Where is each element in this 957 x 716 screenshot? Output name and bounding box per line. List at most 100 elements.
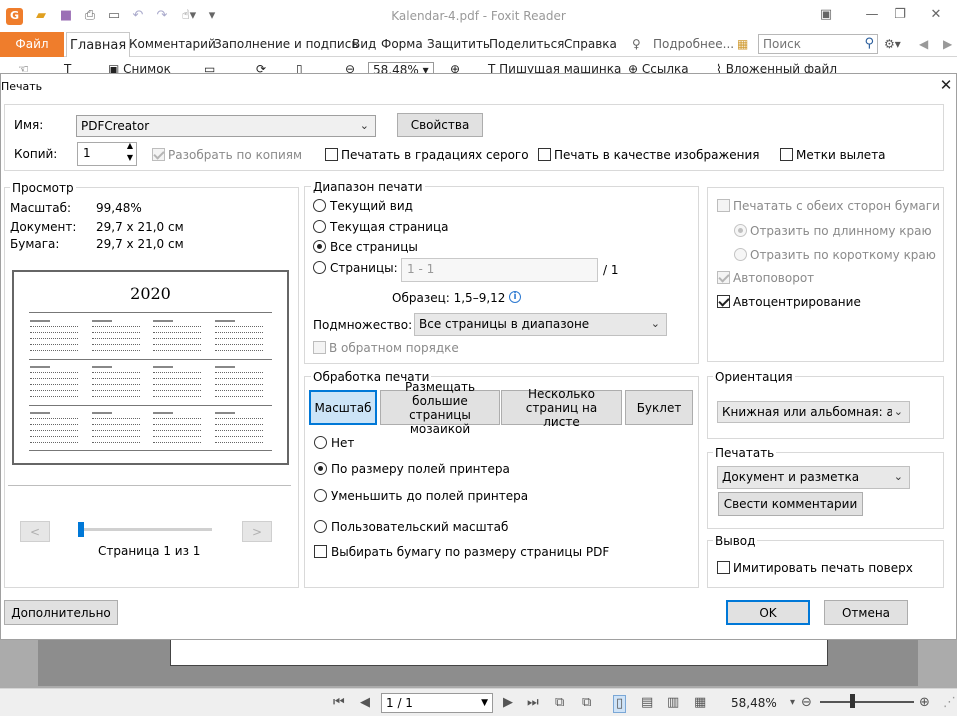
tab-protect[interactable]: Защитить <box>427 32 490 57</box>
preview-divider <box>8 485 291 486</box>
duplex-checkbox[interactable] <box>717 199 730 212</box>
minimize-icon[interactable]: — <box>862 6 882 24</box>
tab-share[interactable]: Поделиться <box>489 32 564 57</box>
status-bar: ⏮ ◀ 1 / 1 ▼ ▶ ⏭ ⧉ ⧉ ▯ ▤ ▥ ▦ 58,48% ▾ ⊖ ⊕ … <box>0 688 957 716</box>
printer-select[interactable]: PDFCreator ⌄ <box>76 115 376 137</box>
next-view-icon[interactable]: ⧉ <box>582 695 591 711</box>
continuous-page-icon[interactable]: ▤ <box>641 695 653 711</box>
close-icon[interactable]: ✕ <box>938 77 954 93</box>
zoom-slider-track[interactable] <box>820 701 914 703</box>
scale-none-radio[interactable] <box>314 436 327 449</box>
handling-tab-scale[interactable]: Масштаб <box>309 390 377 425</box>
page-range-sample: Образец: 1,5–9,12 <box>392 291 506 305</box>
output-title: Вывод <box>713 534 758 548</box>
tab-more[interactable]: Подробнее... <box>653 32 734 57</box>
page-number-field[interactable]: 1 / 1 ▼ <box>381 693 493 713</box>
handling-tab-multiple[interactable]: Несколько страниц на листе <box>501 387 622 429</box>
reverse-order-checkbox[interactable] <box>313 341 326 354</box>
scale-custom-radio[interactable] <box>314 520 327 533</box>
info-icon[interactable]: i <box>509 291 521 303</box>
single-page-icon[interactable]: ▯ <box>613 695 627 713</box>
stepper-down-icon[interactable]: ▼ <box>127 152 133 163</box>
tab-form[interactable]: Форма <box>381 32 423 57</box>
scroll-left-icon[interactable]: ◀ <box>919 32 928 57</box>
summarize-comments-button[interactable]: Свести комментарии <box>718 492 863 516</box>
copies-stepper[interactable]: 1 ▲ ▼ <box>77 140 137 166</box>
tab-comment[interactable]: Комментарий <box>129 32 216 57</box>
advanced-button[interactable]: Дополнительно <box>4 600 118 625</box>
calendar-month-thumbnail <box>215 412 263 448</box>
continuous-facing-icon[interactable]: ▦ <box>694 695 706 711</box>
scroll-right-icon[interactable]: ▶ <box>943 32 952 57</box>
grayscale-checkbox[interactable] <box>325 148 338 161</box>
window-title: Kalendar-4.pdf - Foxit Reader <box>391 9 566 23</box>
previous-page-icon[interactable]: ◀ <box>360 695 370 711</box>
choose-paper-label: Выбирать бумагу по размеру страницы PDF <box>331 545 610 559</box>
page-range-input[interactable]: 1 - 1 <box>401 258 598 282</box>
tab-help[interactable]: Справка <box>564 32 617 57</box>
ribbon-tabs: Файл Главная Комментарий Заполнение и по… <box>0 32 957 57</box>
find-folder-icon[interactable]: ▦ <box>737 32 748 57</box>
scale-fit-margins-radio[interactable] <box>314 462 327 475</box>
bleed-marks-checkbox[interactable] <box>780 148 793 161</box>
tab-view[interactable]: Вид <box>352 32 376 57</box>
range-pages-radio[interactable] <box>313 261 326 274</box>
zoom-dropdown-icon[interactable]: ▾ <box>790 695 795 711</box>
choose-paper-checkbox[interactable] <box>314 545 327 558</box>
zoom-in-icon[interactable]: ⊕ <box>919 695 930 711</box>
close-window-icon[interactable]: ✕ <box>926 6 946 24</box>
search-box[interactable]: ⚲ <box>758 34 878 54</box>
subset-select[interactable]: Все страницы в диапазоне ⌄ <box>414 313 667 336</box>
settings-icon[interactable]: ⚙▾ <box>884 32 901 57</box>
calendar-rule <box>29 405 272 406</box>
flip-short-edge-radio[interactable] <box>734 248 747 261</box>
simulate-overprint-checkbox[interactable] <box>717 561 730 574</box>
orientation-select[interactable]: Книжная или альбомная: авто ⌄ <box>717 401 910 423</box>
range-current-page-radio[interactable] <box>313 220 326 233</box>
previous-view-icon[interactable]: ⧉ <box>555 695 564 711</box>
flip-long-edge-radio[interactable] <box>734 224 747 237</box>
facing-pages-icon[interactable]: ▥ <box>667 695 679 711</box>
scale-label: Масштаб: <box>10 201 72 215</box>
grayscale-label: Печатать в градациях серого <box>341 148 529 162</box>
preview-prev-button[interactable]: < <box>20 521 50 542</box>
next-page-icon[interactable]: ▶ <box>503 695 513 711</box>
range-all-pages-radio[interactable] <box>313 240 326 253</box>
tab-home[interactable]: Главная <box>66 32 131 57</box>
tab-file[interactable]: Файл <box>0 32 64 57</box>
auto-rotate-checkbox[interactable] <box>717 271 730 284</box>
properties-button[interactable]: Свойства <box>397 113 483 137</box>
preview-next-button[interactable]: > <box>242 521 272 542</box>
stepper-up-icon[interactable]: ▲ <box>127 140 133 151</box>
ribbon-options-icon[interactable]: ▣ <box>816 6 836 24</box>
range-current-view-radio[interactable] <box>313 199 326 212</box>
zoom-slider-thumb[interactable] <box>850 694 855 708</box>
preview-title: Просмотр <box>10 181 76 195</box>
handling-tab-booklet[interactable]: Буклет <box>625 390 693 425</box>
restore-icon[interactable]: ❐ <box>890 6 910 24</box>
search-icon[interactable]: ⚲ <box>864 36 874 51</box>
print-as-image-checkbox[interactable] <box>538 148 551 161</box>
collate-checkbox[interactable] <box>152 148 165 161</box>
print-as-image-label: Печать в качестве изображения <box>554 148 760 162</box>
scale-shrink-radio[interactable] <box>314 489 327 502</box>
auto-center-checkbox[interactable] <box>717 295 730 308</box>
search-input[interactable] <box>759 35 855 53</box>
tab-fill-sign[interactable]: Заполнение и подпись <box>214 32 358 57</box>
preview-page-slider-thumb[interactable] <box>78 522 84 537</box>
collate-label: Разобрать по копиям <box>168 148 303 162</box>
chevron-down-icon: ⌄ <box>891 402 903 422</box>
print-range-title: Диапазон печати <box>311 180 425 194</box>
scale-value: 99,48% <box>96 201 142 215</box>
cancel-button[interactable]: Отмена <box>824 600 908 625</box>
print-what-select[interactable]: Документ и разметка ⌄ <box>717 466 910 489</box>
last-page-icon[interactable]: ⏭ <box>527 695 539 711</box>
duplex-label: Печатать с обеих сторон бумаги <box>733 199 940 213</box>
preview-page-slider[interactable] <box>80 528 212 531</box>
first-page-icon[interactable]: ⏮ <box>333 695 345 711</box>
handling-tab-tile[interactable]: Размещать большие страницы мозаикой <box>380 380 500 436</box>
calendar-month-thumbnail <box>92 320 140 356</box>
ok-button[interactable]: OK <box>726 600 810 625</box>
calendar-month-thumbnail <box>215 320 263 356</box>
zoom-out-icon[interactable]: ⊖ <box>801 695 812 711</box>
